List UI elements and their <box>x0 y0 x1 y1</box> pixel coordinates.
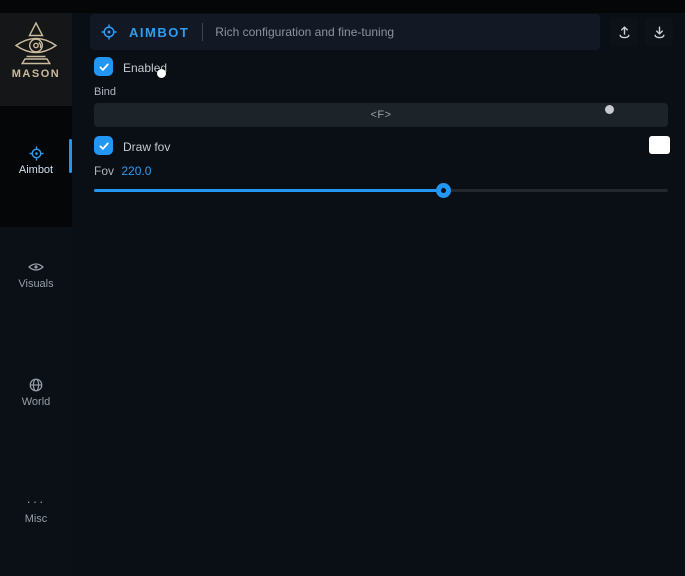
logo-text: MASON <box>12 68 60 80</box>
sidebar-item-label: Misc <box>0 513 72 525</box>
check-icon <box>98 140 110 152</box>
sidebar: MASON Aimbot Visuals <box>0 13 72 576</box>
download-icon <box>652 25 667 40</box>
sidebar-item-misc[interactable]: ··· Misc <box>0 495 72 525</box>
fov-value-row: Fov 220.0 <box>94 164 151 178</box>
crosshair-icon <box>0 146 72 161</box>
draw-fov-checkbox[interactable] <box>94 136 113 155</box>
import-config-button[interactable] <box>645 18 673 46</box>
sidebar-item-visuals[interactable]: Visuals <box>0 260 72 290</box>
header-divider <box>202 23 203 41</box>
ellipsis-icon: ··· <box>0 495 72 510</box>
section-header: AIMBOT Rich configuration and fine-tunin… <box>90 14 600 50</box>
app-window: MASON Aimbot Visuals <box>0 0 685 576</box>
title-strip <box>0 0 685 13</box>
slider-handle[interactable] <box>436 183 451 198</box>
bind-label: Bind <box>94 86 116 98</box>
export-config-button[interactable] <box>610 18 638 46</box>
pyramid-eye-icon <box>13 20 59 66</box>
bind-value: <F> <box>370 109 391 121</box>
crosshair-icon <box>101 24 117 40</box>
draw-fov-label: Draw fov <box>123 140 170 154</box>
sidebar-item-label: Aimbot <box>0 164 72 176</box>
sidebar-item-world[interactable]: World <box>0 378 72 408</box>
sidebar-item-label: World <box>0 396 72 408</box>
fov-color-swatch[interactable] <box>649 136 670 154</box>
fov-value: 220.0 <box>121 164 151 178</box>
page-title: AIMBOT <box>129 25 189 40</box>
sidebar-item-aimbot[interactable]: Aimbot <box>0 146 72 176</box>
eye-icon <box>0 260 72 275</box>
logo: MASON <box>0 13 72 106</box>
sidebar-item-label: Visuals <box>0 278 72 290</box>
fov-label: Fov <box>94 164 114 178</box>
enabled-checkbox[interactable] <box>94 57 113 76</box>
drag-dot <box>605 105 614 114</box>
bind-input[interactable]: <F> <box>94 103 668 127</box>
check-icon <box>98 61 110 73</box>
page-subtitle: Rich configuration and fine-tuning <box>215 25 394 39</box>
upload-icon <box>617 25 632 40</box>
mouse-cursor-dot <box>157 69 166 78</box>
fov-slider[interactable] <box>94 182 668 198</box>
slider-fill <box>94 189 444 192</box>
globe-icon <box>0 378 72 393</box>
